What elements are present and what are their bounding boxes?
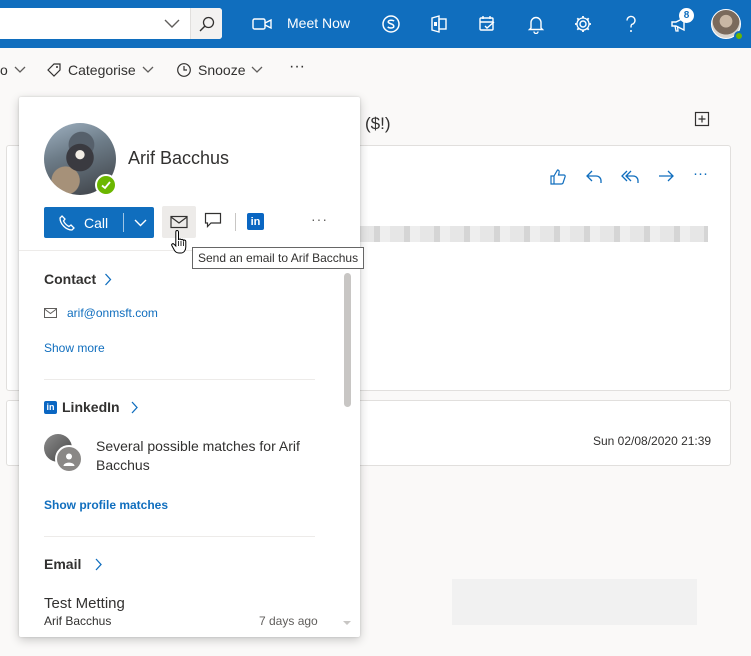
call-split-button: Call: [44, 207, 154, 238]
snooze-label: Snooze: [198, 62, 246, 78]
like-icon[interactable]: [548, 167, 568, 187]
search-button[interactable]: [190, 8, 222, 39]
chevron-down-icon: [134, 219, 146, 226]
chevron-down-icon[interactable]: [162, 15, 182, 33]
toolbar-divider: [235, 213, 236, 231]
email-row: arif@onmsft.com: [44, 306, 158, 320]
call-label: Call: [84, 214, 109, 231]
bell-icon[interactable]: [524, 12, 548, 36]
redacted-block: [452, 579, 697, 625]
reply-all-icon[interactable]: [620, 167, 640, 187]
call-options-button[interactable]: [126, 207, 154, 238]
linkedin-section-header[interactable]: in LinkedIn: [44, 399, 140, 415]
command-bar: o Categorise Snooze ···: [0, 48, 751, 92]
search-icon: [199, 16, 214, 31]
email-section-title: Email: [44, 556, 82, 572]
mail-icon: [44, 308, 57, 318]
office-icon[interactable]: [427, 12, 451, 36]
send-email-tooltip: Send an email to Arif Bacchus: [192, 247, 365, 269]
contact-more-button[interactable]: ···: [311, 211, 328, 227]
recent-mail-time: 7 days ago: [259, 614, 318, 628]
person-placeholder-icon: [55, 445, 83, 473]
contact-card-popup: Arif Bacchus Call in ··· Contact arif@on…: [19, 97, 360, 637]
calendar-check-icon[interactable]: [475, 12, 499, 36]
contact-section-title: Contact: [44, 271, 97, 287]
cmd-item-label: o: [0, 62, 8, 78]
notification-badge: 8: [679, 8, 694, 23]
contact-name: Arif Bacchus: [128, 148, 230, 168]
gear-icon[interactable]: [571, 12, 595, 36]
linkedin-icon: in: [250, 215, 261, 228]
email-link[interactable]: arif@onmsft.com: [67, 306, 158, 320]
linkedin-button[interactable]: in: [247, 213, 264, 230]
linkedin-match-avatars: [44, 434, 84, 474]
presence-available-icon: [95, 174, 117, 196]
forward-icon[interactable]: [656, 167, 676, 187]
recent-mail-subject[interactable]: Test Metting: [44, 595, 125, 612]
chevron-right-icon: [131, 401, 138, 413]
message-subject: ($!): [365, 114, 391, 133]
divider: [44, 536, 315, 537]
reply-icon[interactable]: [584, 167, 604, 187]
call-button[interactable]: Call: [44, 207, 124, 238]
chevron-down-icon: [14, 66, 26, 73]
top-bar: Meet Now 8: [0, 0, 751, 48]
hand-cursor-icon: [170, 229, 190, 255]
message-date: Sun 02/08/2020 21:39: [593, 434, 712, 448]
phone-icon: [59, 214, 75, 231]
clock-icon: [177, 63, 191, 77]
show-profile-matches-link[interactable]: Show profile matches: [44, 498, 168, 512]
recent-mail-sender: Arif Bacchus: [44, 614, 112, 628]
snooze-button[interactable]: Snooze: [176, 62, 263, 78]
meet-now-button[interactable]: Meet Now: [287, 15, 350, 31]
open-in-new-window-icon[interactable]: [694, 111, 710, 127]
more-commands-button[interactable]: ···: [289, 58, 305, 76]
linkedin-section-title: LinkedIn: [62, 399, 120, 415]
message-more-button[interactable]: ···: [693, 165, 713, 185]
cmd-item-partial[interactable]: o: [0, 62, 26, 78]
chat-icon: [204, 212, 222, 228]
help-icon[interactable]: [619, 12, 643, 36]
chevron-down-icon: [142, 66, 154, 73]
categorise-button[interactable]: Categorise: [46, 62, 154, 78]
video-icon[interactable]: [250, 12, 274, 36]
search-box[interactable]: [0, 8, 222, 39]
chevron-right-icon: [105, 273, 112, 285]
scrollbar-thumb[interactable]: [344, 273, 351, 407]
chat-button[interactable]: [202, 209, 224, 231]
linkedin-match-text: Several possible matches for Arif Bacchu…: [96, 438, 300, 473]
linkedin-icon: in: [44, 400, 57, 414]
split-divider: [123, 213, 124, 232]
tag-icon: [47, 63, 61, 77]
categorise-label: Categorise: [68, 62, 136, 78]
chevron-right-icon: [95, 558, 103, 570]
scroll-down-arrow-icon[interactable]: [343, 621, 351, 625]
skype-icon[interactable]: [379, 12, 403, 36]
divider: [44, 379, 315, 380]
contact-section-header[interactable]: Contact: [44, 271, 112, 287]
chevron-down-icon: [252, 66, 263, 73]
email-section-header[interactable]: Email: [44, 556, 105, 572]
redacted-text: [360, 226, 708, 242]
presence-available-icon: [734, 31, 744, 41]
show-more-link[interactable]: Show more: [44, 341, 105, 355]
mail-icon: [170, 215, 188, 229]
